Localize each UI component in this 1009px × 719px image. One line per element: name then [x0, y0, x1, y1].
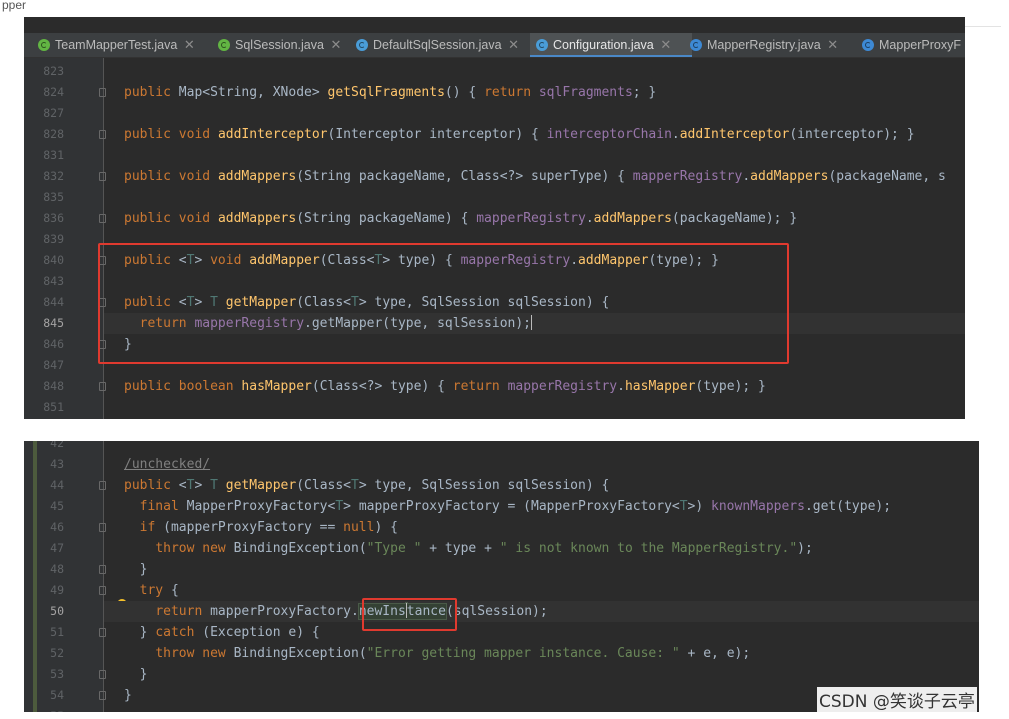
code-line: public void addInterceptor(Interceptor i…: [124, 127, 915, 142]
interface-icon: [218, 39, 230, 51]
line-number-gutter: 823 824 827 828 831 832 835 836 839 840 …: [24, 58, 106, 419]
code-line: throw new BindingException("Type " + typ…: [155, 541, 813, 556]
tab-label: MapperRegistry.java: [707, 38, 821, 52]
close-icon[interactable]: ✕: [329, 33, 343, 57]
tab-label: Configuration.java: [553, 38, 654, 52]
line-number: 46: [50, 520, 64, 534]
line-number: 832: [43, 169, 64, 183]
line-number: 45: [50, 499, 64, 513]
line-number: 47: [50, 541, 64, 555]
editor-screenshot-mapperregistry: 42 43 44 45 46 47 48 49 50 51 52 53 54 5…: [24, 441, 979, 712]
line-number: 51: [50, 625, 64, 639]
code-line: public boolean hasMapper(Class<?> type) …: [124, 379, 766, 394]
tab-mapperproxyfactory[interactable]: MapperProxyF: [862, 33, 965, 57]
code-line: }: [124, 667, 148, 682]
code-line: }: [124, 562, 148, 577]
annotation-box-getmapper: [98, 243, 789, 364]
line-number: 843: [43, 274, 64, 288]
line-number-current: 845: [43, 316, 64, 330]
close-icon[interactable]: ✕: [507, 33, 521, 57]
class-icon: [536, 39, 548, 51]
tab-teammappertest[interactable]: TeamMapperTest.java ✕: [38, 33, 208, 57]
tab-label: MapperProxyF: [879, 38, 961, 52]
close-icon[interactable]: ✕: [182, 33, 196, 57]
code-line: return mapperProxyFactory.newInstance(sq…: [155, 603, 548, 620]
editor-tab-bar: TeamMapperTest.java ✕ SqlSession.java ✕ De…: [24, 33, 965, 58]
line-number: 827: [43, 106, 64, 120]
line-number-current: 50: [50, 604, 64, 618]
code-line: public Map<String, XNode> getSqlFragment…: [124, 85, 657, 100]
code-line: final MapperProxyFactory<T> mapperProxyF…: [139, 499, 892, 514]
tab-defaultsqlsession[interactable]: DefaultSqlSession.java ✕: [356, 33, 534, 57]
class-icon: [690, 39, 702, 51]
code-line: if (mapperProxyFactory == null) {: [139, 520, 398, 535]
line-number: 839: [43, 232, 64, 246]
tab-mapperregistry[interactable]: MapperRegistry.java ✕: [690, 33, 860, 57]
code-line: public void addMappers(String packageNam…: [124, 169, 946, 184]
divider-line: [965, 26, 1001, 27]
tab-label: DefaultSqlSession.java: [373, 38, 502, 52]
line-number: 835: [43, 190, 64, 204]
close-icon[interactable]: ✕: [826, 33, 840, 57]
code-line: try {: [139, 583, 179, 598]
annotation-box-newinstance: [362, 598, 457, 631]
class-icon: [862, 39, 874, 51]
code-line: } catch (Exception e) {: [124, 625, 320, 640]
line-number: 49: [50, 583, 64, 597]
code-line: }: [124, 688, 132, 703]
code-line: public <T> T getMapper(Class<T> type, Sq…: [124, 478, 610, 493]
tab-configuration[interactable]: Configuration.java ✕: [530, 33, 692, 57]
line-number: 840: [43, 253, 64, 267]
code-area[interactable]: public Map<String, XNode> getSqlFragment…: [104, 58, 965, 419]
tab-label: SqlSession.java: [235, 38, 324, 52]
line-number-gutter: 42 43 44 45 46 47 48 49 50 51 52 53 54 5…: [24, 441, 106, 712]
tab-label: TeamMapperTest.java: [55, 38, 178, 52]
code-area[interactable]: /unchecked/ public <T> T getMapper(Class…: [104, 441, 979, 712]
line-number: 851: [43, 400, 64, 414]
csdn-watermark: CSDN @笑谈子云亭: [817, 687, 977, 712]
line-number: 44: [50, 478, 64, 492]
close-icon[interactable]: ✕: [659, 33, 673, 57]
line-number: 824: [43, 85, 64, 99]
junit-class-icon: [38, 39, 50, 51]
line-number: 53: [50, 667, 64, 681]
line-number: 55: [24, 706, 64, 712]
line-number: 844: [43, 295, 64, 309]
page-crumb: pper: [0, 0, 1009, 18]
code-line: public void addMappers(String packageNam…: [124, 211, 798, 226]
line-number: 48: [50, 562, 64, 576]
crumb-text: pper: [2, 0, 27, 12]
line-number: 847: [43, 358, 64, 372]
tab-sqlsession[interactable]: SqlSession.java ✕: [218, 33, 366, 57]
line-number: 42: [50, 441, 64, 450]
code-line: throw new BindingException("Error gettin…: [155, 646, 751, 661]
line-number: 831: [43, 148, 64, 162]
line-number: 836: [43, 211, 64, 225]
class-icon: [356, 39, 368, 51]
line-number: 823: [43, 64, 64, 78]
line-number: 54: [50, 688, 64, 702]
line-number: 848: [43, 379, 64, 393]
line-number: 43: [50, 457, 64, 471]
line-number: 846: [43, 337, 64, 351]
code-line: /unchecked/: [124, 457, 211, 472]
line-number: 52: [50, 646, 64, 660]
line-number: 828: [43, 127, 64, 141]
